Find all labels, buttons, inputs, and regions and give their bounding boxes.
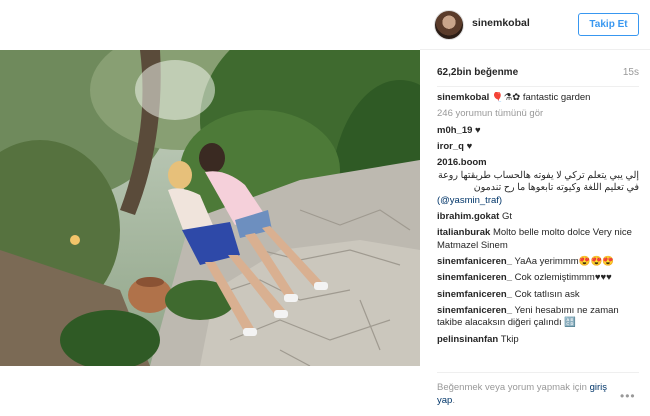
divider: [437, 372, 639, 373]
comment: iror_q ♥: [437, 141, 639, 154]
comment-username[interactable]: m0h_19: [437, 125, 472, 136]
comment: ibrahim.gokat Gt: [437, 211, 639, 224]
comment-text: إلي يبي يتعلم تركي لا يفوته هالحساب طريق…: [438, 169, 639, 194]
post-photo[interactable]: [0, 50, 420, 366]
comment-username[interactable]: ibrahim.gokat: [437, 211, 499, 222]
comment-text: Cok ozlemiştimmm♥♥♥: [514, 272, 612, 284]
login-message: Beğenmek veya yorum yapmak için: [437, 382, 587, 393]
instagram-post-page: sinemkobal Takip Et 62,2bin beğenme 15s …: [0, 0, 650, 416]
follow-button[interactable]: Takip Et: [578, 13, 639, 36]
comment-text: ♥: [475, 124, 481, 136]
comment-text: Gt: [501, 210, 512, 222]
login-prompt: Beğenmek veya yorum yapmak için giriş ya…: [437, 382, 617, 407]
comment-text: Tkip: [500, 333, 519, 345]
post-username[interactable]: sinemkobal: [472, 17, 530, 29]
caption: sinemkobal 🎈⚗✿ fantastic garden: [437, 92, 639, 105]
avatar[interactable]: [434, 10, 464, 40]
likes-count[interactable]: 62,2bin beğenme: [437, 67, 518, 78]
comment-username[interactable]: 2016.boom: [437, 157, 487, 168]
comment: m0h_19 ♥: [437, 125, 639, 138]
comment: sinemfaniceren_ YaAa yerimmm😍😍😍: [437, 256, 639, 269]
comment-username[interactable]: sinemfaniceren_: [437, 272, 512, 283]
comment-username[interactable]: italianburak: [437, 227, 490, 238]
post-time[interactable]: 15s: [623, 67, 639, 78]
comment: sinemfaniceren_ Yeni hesabımı ne zaman t…: [437, 305, 639, 330]
comment-mention-link[interactable]: (@yasmin_traf): [437, 195, 502, 206]
comment-username[interactable]: sinemfaniceren_: [437, 256, 512, 267]
divider: [437, 86, 639, 87]
login-suffix: .: [452, 394, 455, 406]
comment: pelinsinanfan Tkip: [437, 334, 639, 347]
comment-username[interactable]: iror_q: [437, 141, 464, 152]
comment-text: Cok tatlısın ask: [514, 288, 580, 300]
comment-text: ♥: [466, 140, 473, 152]
comment: sinemfaniceren_ Cok tatlısın ask: [437, 289, 639, 302]
post-header: sinemkobal Takip Et: [420, 0, 650, 50]
garden-photo-illustration: [0, 50, 420, 366]
caption-username[interactable]: sinemkobal: [437, 92, 489, 103]
more-options-icon[interactable]: •••: [620, 389, 636, 403]
comment-username[interactable]: sinemfaniceren_: [437, 289, 512, 300]
comments-list: sinemkobal 🎈⚗✿ fantastic garden 246 yoru…: [437, 92, 639, 370]
caption-text: 🎈⚗✿ fantastic garden: [491, 92, 591, 103]
comment-username[interactable]: sinemfaniceren_: [437, 305, 512, 316]
see-all-comments-link[interactable]: 246 yorumun tümünü gör: [437, 108, 639, 121]
likes-row: 62,2bin beğenme 15s: [437, 67, 639, 81]
comment: 2016.boom إلي يبي يتعلم تركي لا يفوته ها…: [437, 157, 639, 207]
comment: italianburak Molto belle molto dolce Ver…: [437, 227, 639, 252]
comment-text: YaAa yerimmm😍😍😍: [514, 256, 615, 268]
comment: sinemfaniceren_ Cok ozlemiştimmm♥♥♥: [437, 272, 639, 285]
comment-username[interactable]: pelinsinanfan: [437, 334, 498, 345]
